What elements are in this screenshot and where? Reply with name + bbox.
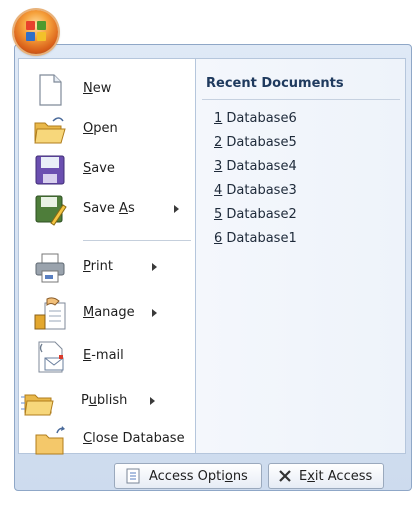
exit-access-label: Exit Access <box>299 468 373 484</box>
menu-item-label: New <box>83 81 112 96</box>
menu-item-publish[interactable]: Publish <box>19 381 195 421</box>
office-logo-icon <box>26 21 46 41</box>
recent-document-number: 4 <box>214 183 223 198</box>
recent-document-item[interactable]: 5 Database2 <box>214 207 297 222</box>
recent-document-number: 5 <box>214 207 223 222</box>
access-options-label: Access Options <box>149 468 248 484</box>
email-icon <box>38 341 64 373</box>
menu-item-save-as[interactable]: Save As <box>19 189 195 229</box>
save-disk-icon <box>35 155 65 185</box>
recent-document-number: 3 <box>214 159 223 174</box>
recent-document-number: 6 <box>214 231 223 246</box>
menu-item-manage[interactable]: Manage <box>19 293 195 333</box>
menu-item-label: Save <box>83 161 115 176</box>
recent-document-item[interactable]: 3 Database4 <box>214 159 297 174</box>
recent-document-item[interactable]: 2 Database5 <box>214 135 297 150</box>
recent-document-item[interactable]: 6 Database1 <box>214 231 297 246</box>
menu-item-save[interactable]: Save <box>19 149 195 189</box>
recent-document-name: Database3 <box>226 183 297 198</box>
open-folder-icon <box>34 117 66 144</box>
printer-icon <box>35 253 65 283</box>
menu-item-label: Open <box>83 121 118 136</box>
submenu-arrow-icon <box>152 309 157 317</box>
menu-item-close-database[interactable]: Close Database <box>19 419 195 459</box>
recent-document-name: Database6 <box>226 111 297 126</box>
access-options-button[interactable]: Access Options <box>114 463 262 489</box>
recent-document-name: Database1 <box>226 231 297 246</box>
menu-item-new[interactable]: New <box>19 69 195 109</box>
menu-left-pane: New Open Save Save As Print Manage E-mai… <box>18 58 196 455</box>
submenu-arrow-icon <box>152 263 157 271</box>
menu-item-print[interactable]: Print <box>19 247 195 287</box>
recent-documents-title: Recent Documents <box>206 76 344 91</box>
menu-item-email[interactable]: E-mail <box>19 336 195 376</box>
menu-item-label: Print <box>83 259 113 274</box>
manage-database-icon <box>34 297 66 330</box>
publish-folder-icon <box>21 394 54 416</box>
recent-documents-divider <box>202 99 400 100</box>
recent-document-number: 1 <box>214 111 223 126</box>
menu-item-open[interactable]: Open <box>19 109 195 149</box>
menu-separator <box>83 240 191 241</box>
office-button[interactable] <box>14 10 58 54</box>
recent-document-item[interactable]: 4 Database3 <box>214 183 297 198</box>
options-document-icon <box>126 468 140 484</box>
exit-access-button[interactable]: Exit Access <box>268 463 384 489</box>
new-document-icon <box>39 74 62 106</box>
submenu-arrow-icon <box>174 205 179 213</box>
submenu-arrow-icon <box>150 397 155 405</box>
close-x-icon <box>279 470 291 482</box>
menu-item-label: E-mail <box>83 348 124 363</box>
recent-document-item[interactable]: 1 Database6 <box>214 111 297 126</box>
menu-item-label: Manage <box>83 305 135 320</box>
recent-document-name: Database5 <box>226 135 297 150</box>
recent-document-name: Database4 <box>226 159 297 174</box>
menu-item-label: Publish <box>81 393 128 408</box>
close-database-folder-icon <box>35 426 65 455</box>
save-as-icon <box>35 195 67 226</box>
menu-item-label: Close Database <box>83 431 185 446</box>
menu-item-label: Save As <box>83 201 135 216</box>
recent-document-number: 2 <box>214 135 223 150</box>
recent-document-name: Database2 <box>226 207 297 222</box>
